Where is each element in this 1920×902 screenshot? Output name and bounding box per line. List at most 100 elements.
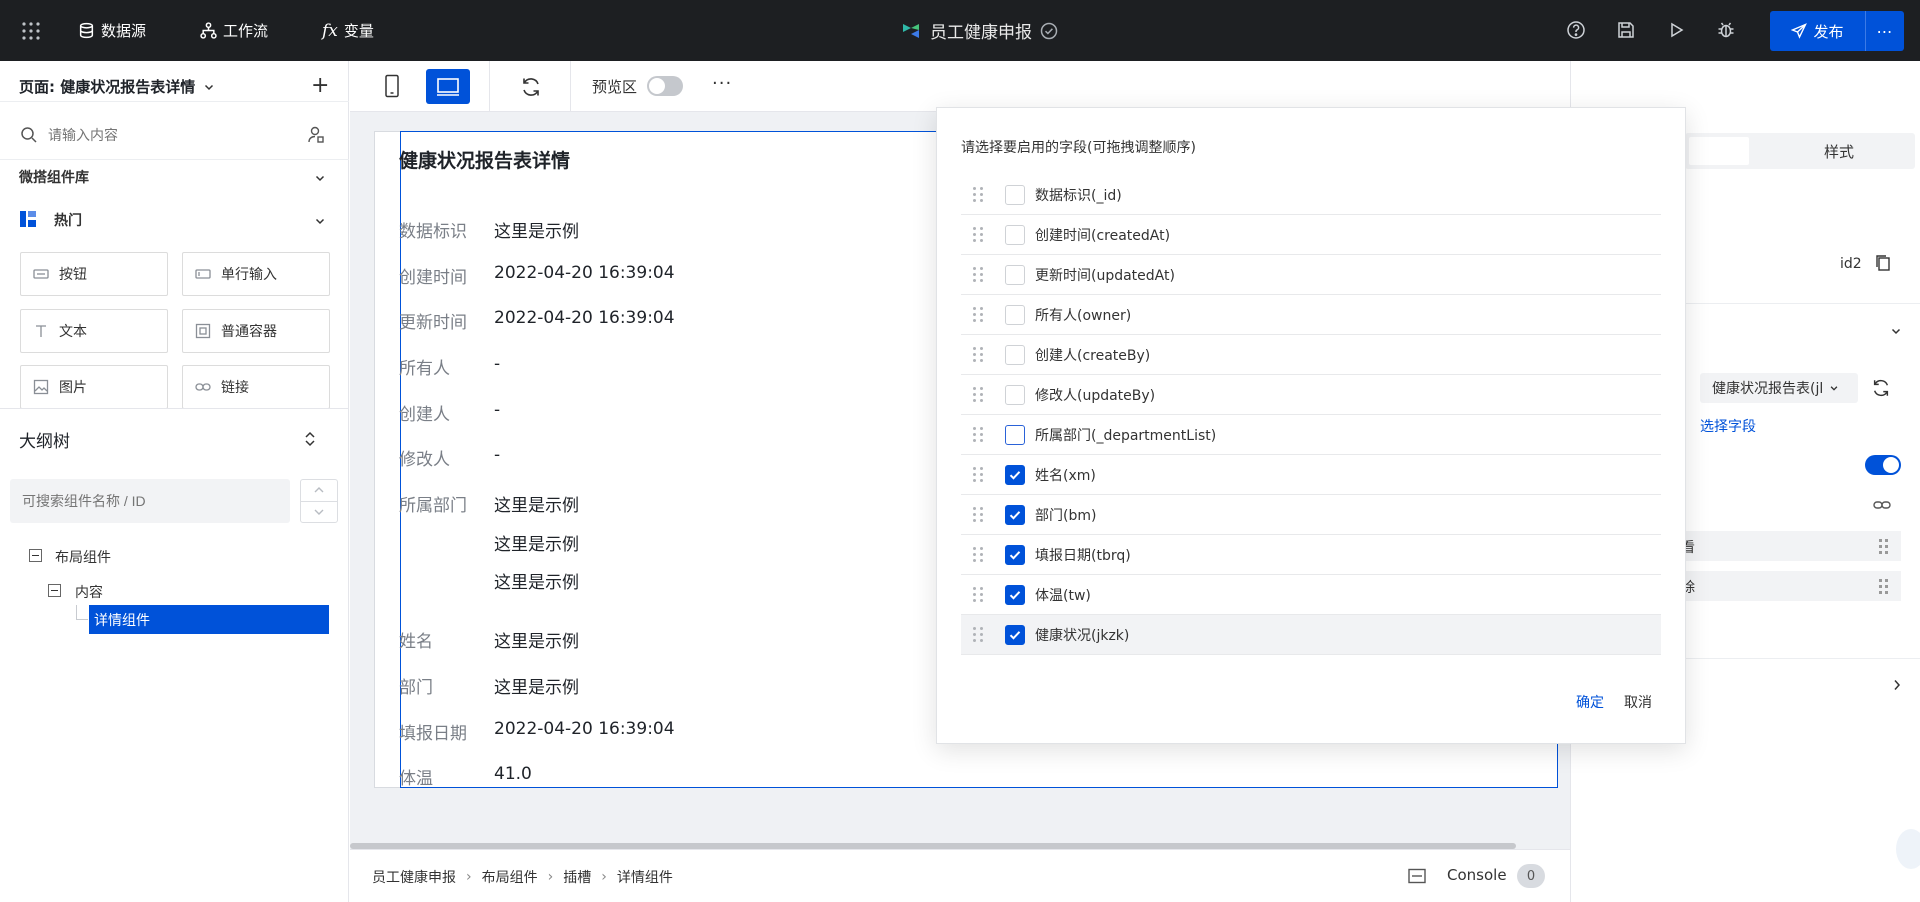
collapse-icon[interactable] (29, 549, 42, 562)
detail-field-value: 这里是示例 (494, 573, 579, 593)
tree-node-detail-selected[interactable]: 详情组件 (89, 605, 329, 634)
link-icon[interactable] (1873, 498, 1891, 512)
drag-handle-icon[interactable] (973, 505, 989, 525)
variables-menu[interactable]: fx 变量 (322, 0, 374, 61)
divider (301, 501, 337, 502)
drag-handle-icon[interactable] (973, 345, 989, 365)
chevron-right-icon[interactable] (1891, 678, 1903, 692)
app-grid-icon[interactable] (20, 20, 42, 42)
component-image[interactable]: 图片 (20, 365, 168, 409)
field-option-row[interactable]: 所有人(owner) (961, 295, 1661, 335)
field-option-row[interactable]: 填报日期(tbrq) (961, 535, 1661, 575)
field-option-row[interactable]: 体温(tw) (961, 575, 1661, 615)
checkbox-unchecked[interactable] (1005, 184, 1025, 205)
checkbox-unchecked[interactable] (1005, 424, 1025, 445)
drag-handle-icon[interactable] (973, 385, 989, 405)
add-page-button[interactable]: + (311, 73, 329, 98)
field-option-row[interactable]: 姓名(xm) (961, 455, 1661, 495)
console-button[interactable]: Console (1447, 866, 1507, 884)
drag-handle-icon[interactable] (973, 225, 989, 245)
drag-handle-icon[interactable] (973, 185, 989, 205)
expand-collapse-icon[interactable] (302, 430, 318, 448)
chevron-down-icon[interactable] (1890, 325, 1902, 337)
more-options-button[interactable]: ··· (712, 73, 732, 94)
checkbox-unchecked[interactable] (1005, 344, 1025, 365)
debug-icon[interactable] (1716, 20, 1738, 42)
checkbox-checked[interactable] (1005, 624, 1025, 645)
field-option-row[interactable]: 修改人(updateBy) (961, 375, 1661, 415)
breadcrumb-item[interactable]: 插槽 (563, 867, 591, 887)
datasource-label: 数据源 (101, 22, 147, 40)
field-option-row[interactable]: 数据标识(_id) (961, 175, 1661, 215)
refresh-datasource-icon[interactable] (1871, 378, 1891, 398)
checkbox-unchecked[interactable] (1005, 384, 1025, 405)
checkbox-unchecked[interactable] (1005, 224, 1025, 245)
library-collapse-icon[interactable] (314, 172, 326, 184)
action-row[interactable]: 除 (1681, 571, 1901, 601)
outline-search-input[interactable] (10, 479, 290, 523)
component-link[interactable]: 链接 (182, 365, 330, 409)
publish-button[interactable]: 发布 (1770, 11, 1866, 51)
checkbox-unchecked[interactable] (1005, 304, 1025, 325)
mobile-view-icon[interactable] (384, 74, 400, 98)
tab-style[interactable]: 样式 (1824, 141, 1854, 162)
field-option-row[interactable]: 更新时间(updatedAt) (961, 255, 1661, 295)
checkbox-checked[interactable] (1005, 584, 1025, 605)
app-title-group: 员工健康申报 (900, 0, 1058, 61)
breadcrumb-item[interactable]: 员工健康申报 (372, 867, 456, 887)
preview-toggle[interactable] (647, 76, 683, 96)
feature-toggle-on[interactable] (1865, 455, 1901, 475)
component-text[interactable]: 文本 (20, 309, 168, 353)
field-option-row[interactable]: 创建人(createBy) (961, 335, 1661, 375)
console-icon[interactable] (1408, 868, 1426, 884)
component-input[interactable]: 单行输入 (182, 252, 330, 296)
confirm-button[interactable]: 确定 (1576, 692, 1604, 712)
action-row[interactable]: 看 (1681, 531, 1901, 561)
field-option-row[interactable]: 部门(bm) (961, 495, 1661, 535)
publish-more-button[interactable]: ⋯ (1866, 11, 1904, 51)
datasource-menu[interactable]: 数据源 (78, 0, 146, 61)
drag-handle-icon[interactable] (973, 625, 989, 645)
field-option-label: 更新时间(updatedAt) (1035, 267, 1175, 284)
component-manage-icon[interactable] (306, 125, 326, 145)
assistant-float-icon[interactable] (1896, 829, 1920, 869)
chevron-up-icon[interactable] (313, 485, 325, 495)
drag-handle-icon[interactable] (973, 265, 989, 285)
run-icon[interactable] (1666, 20, 1688, 42)
component-button[interactable]: 按钮 (20, 252, 168, 296)
field-option-row[interactable]: 所属部门(_departmentList) (961, 415, 1661, 455)
field-option-row[interactable]: 健康状况(jkzk) (961, 615, 1661, 655)
hot-collapse-icon[interactable] (314, 215, 326, 227)
drag-handle-icon[interactable] (973, 585, 989, 605)
select-fields-link[interactable]: 选择字段 (1700, 416, 1756, 436)
drag-handle-icon[interactable] (973, 465, 989, 485)
checkbox-checked[interactable] (1005, 544, 1025, 565)
drag-handle-icon[interactable] (1879, 536, 1889, 556)
breadcrumb-item[interactable]: 详情组件 (617, 867, 673, 887)
tab-properties-active[interactable] (1689, 137, 1749, 165)
tree-node-content[interactable]: 内容 (75, 582, 103, 602)
checkbox-checked[interactable] (1005, 464, 1025, 485)
tree-node-layout[interactable]: 布局组件 (55, 547, 111, 567)
cancel-button[interactable]: 取消 (1624, 692, 1652, 712)
drag-handle-icon[interactable] (973, 425, 989, 445)
datasource-select[interactable]: 健康状况报告表(jl (1700, 373, 1858, 403)
desktop-view-button[interactable] (426, 69, 470, 104)
drag-handle-icon[interactable] (973, 545, 989, 565)
drag-handle-icon[interactable] (1879, 576, 1889, 596)
checkbox-unchecked[interactable] (1005, 264, 1025, 285)
component-container[interactable]: 普通容器 (182, 309, 330, 353)
save-icon[interactable] (1616, 20, 1638, 42)
component-search-input[interactable] (48, 121, 288, 149)
checkbox-checked[interactable] (1005, 504, 1025, 525)
collapse-icon[interactable] (48, 584, 61, 597)
refresh-icon[interactable] (520, 76, 542, 98)
help-icon[interactable] (1566, 20, 1588, 42)
page-selector[interactable]: 页面: 健康状况报告表详情 (19, 76, 215, 97)
chevron-down-icon[interactable] (313, 507, 325, 517)
breadcrumb-item[interactable]: 布局组件 (482, 867, 538, 887)
workflow-menu[interactable]: 工作流 (200, 0, 268, 61)
field-option-row[interactable]: 创建时间(createdAt) (961, 215, 1661, 255)
copy-icon[interactable] (1875, 254, 1891, 272)
drag-handle-icon[interactable] (973, 305, 989, 325)
